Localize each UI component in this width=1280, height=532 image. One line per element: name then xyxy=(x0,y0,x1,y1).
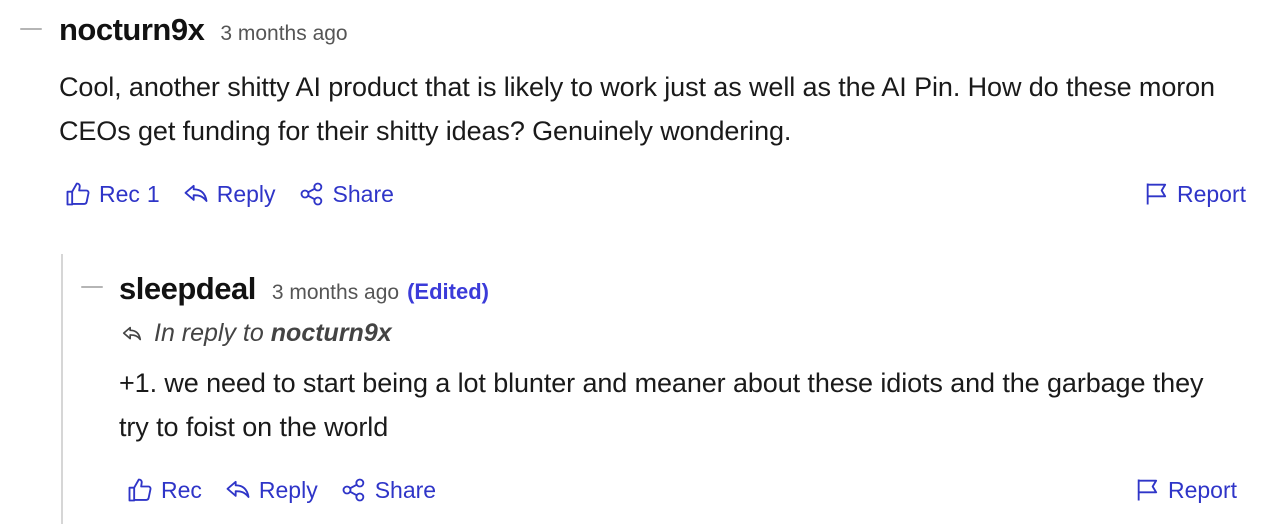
comment-timestamp: 3 months ago xyxy=(220,22,348,45)
reply-arrow-icon xyxy=(226,480,250,498)
share-nodes-icon xyxy=(300,182,322,206)
collapse-thread-button[interactable] xyxy=(20,28,42,30)
in-reply-to-prefix: In reply to xyxy=(154,319,264,347)
thumbs-up-icon xyxy=(128,478,152,502)
comment: nocturn9x 3 months ago Cool, another shi… xyxy=(0,0,1280,250)
rec-label: Rec xyxy=(161,476,202,503)
report-button[interactable]: Report xyxy=(1143,180,1246,208)
report-button[interactable]: Report xyxy=(1134,476,1237,504)
reply-arrow-icon xyxy=(122,326,142,340)
flag-icon xyxy=(1137,479,1158,501)
in-reply-to-username[interactable]: nocturn9x xyxy=(271,319,392,348)
reply-button[interactable]: Reply xyxy=(224,476,318,504)
report-label: Report xyxy=(1167,476,1237,503)
comment-username[interactable]: sleepdeal xyxy=(119,271,256,307)
reply-arrow-icon xyxy=(184,184,208,202)
reply-comment: sleepdeal 3 months ago (Edited) In reply… xyxy=(0,250,1280,532)
comment-header: nocturn9x 3 months ago xyxy=(59,12,348,48)
rec-count: 1 xyxy=(146,180,160,207)
thread-line[interactable] xyxy=(61,254,63,524)
in-reply-to[interactable]: In reply to nocturn9x xyxy=(119,319,392,348)
collapse-thread-button[interactable] xyxy=(81,286,103,288)
flag-icon xyxy=(1146,183,1167,205)
reply-button[interactable]: Reply xyxy=(182,180,276,208)
comment-body: +1. we need to start being a lot blunter… xyxy=(119,368,1204,442)
comment-actions: Rec 1 Reply Share xyxy=(64,180,416,208)
share-button[interactable]: Share xyxy=(298,180,394,208)
rec-button[interactable]: Rec xyxy=(126,476,202,504)
comment-timestamp: 3 months ago xyxy=(271,281,400,304)
edited-badge[interactable]: (Edited) xyxy=(407,279,489,305)
reply-label: Reply xyxy=(258,476,318,503)
comment-header: sleepdeal 3 months ago (Edited) xyxy=(119,271,489,307)
share-nodes-icon xyxy=(342,478,364,502)
thumbs-up-icon xyxy=(66,182,90,206)
report-label: Report xyxy=(1176,180,1246,207)
comment-body: Cool, another shitty AI product that is … xyxy=(59,72,1215,146)
rec-label: Rec xyxy=(99,180,140,207)
reply-label: Reply xyxy=(216,180,276,207)
comment-actions: Rec Reply Share xyxy=(126,476,458,504)
share-label: Share xyxy=(374,476,437,503)
rec-button[interactable]: Rec 1 xyxy=(64,180,160,208)
share-label: Share xyxy=(332,180,394,207)
comment-username[interactable]: nocturn9x xyxy=(59,12,205,48)
share-button[interactable]: Share xyxy=(340,476,436,504)
